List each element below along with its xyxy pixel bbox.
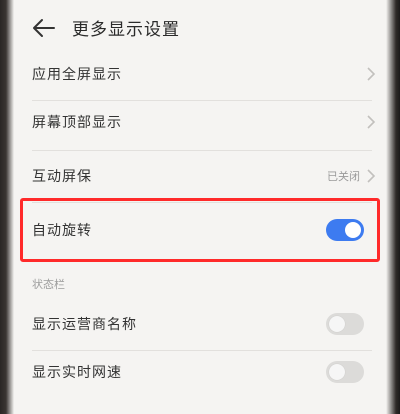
- chevron-right-icon: [367, 115, 376, 129]
- network-speed-toggle[interactable]: [326, 361, 364, 383]
- page-title: 更多显示设置: [72, 20, 180, 40]
- setting-label: 应用全屏显示: [32, 67, 122, 83]
- chevron-right-icon: [367, 67, 376, 81]
- setting-screensaver[interactable]: 互动屏保 已关闭: [14, 152, 386, 200]
- highlight-box: [20, 198, 380, 262]
- setting-carrier-name: 显示运营商名称: [14, 300, 386, 348]
- setting-network-speed: 显示实时网速: [14, 348, 386, 396]
- header: 更多显示设置: [14, 0, 386, 56]
- setting-label: 显示运营商名称: [32, 317, 137, 333]
- setting-fullscreen[interactable]: 应用全屏显示: [14, 50, 386, 98]
- toggle-knob: [329, 364, 345, 380]
- setting-label: 互动屏保: [32, 169, 92, 185]
- back-button[interactable]: [32, 18, 56, 38]
- section-title-status-bar: 状态栏: [32, 278, 65, 291]
- toggle-knob: [329, 316, 345, 332]
- phone-screen: 更多显示设置 应用全屏显示 屏幕顶部显示 互动屏保 已关闭 自动旋转 状态栏 显…: [0, 0, 400, 414]
- setting-label: 显示实时网速: [32, 365, 122, 381]
- settings-panel: 更多显示设置 应用全屏显示 屏幕顶部显示 互动屏保 已关闭 自动旋转 状态栏 显…: [14, 0, 386, 414]
- divider: [32, 150, 372, 151]
- setting-top-display[interactable]: 屏幕顶部显示: [14, 98, 386, 146]
- screensaver-status: 已关闭: [327, 170, 360, 183]
- chevron-right-icon: [367, 169, 376, 183]
- carrier-name-toggle[interactable]: [326, 313, 364, 335]
- setting-label: 屏幕顶部显示: [32, 115, 122, 131]
- arrow-left-icon: [33, 19, 55, 37]
